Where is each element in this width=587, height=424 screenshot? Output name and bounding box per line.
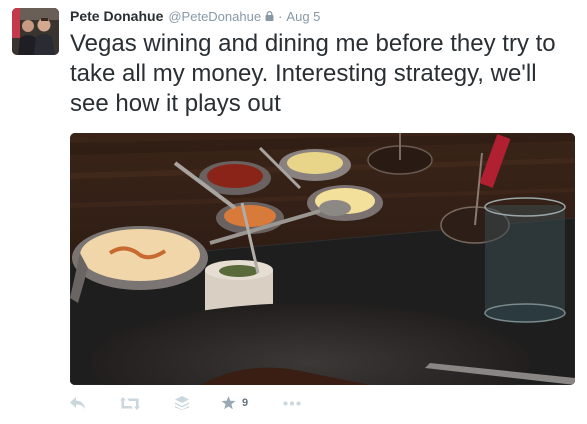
reply-button[interactable] xyxy=(70,396,120,410)
stack-button[interactable] xyxy=(175,396,221,410)
tweet: Pete Donahue @PeteDonahue · Aug 5 Vegas … xyxy=(0,0,587,424)
more-icon xyxy=(283,401,301,405)
tweet-header: Pete Donahue @PeteDonahue · Aug 5 xyxy=(70,6,320,26)
author-name[interactable]: Pete Donahue xyxy=(70,8,163,24)
favorite-count: 9 xyxy=(242,397,249,409)
avatar-image xyxy=(12,8,59,55)
header-separator: · xyxy=(278,8,283,24)
tweet-text: Vegas wining and dining me before they t… xyxy=(70,30,556,117)
tweet-actions: 9 xyxy=(70,392,313,414)
tweet-photo[interactable] xyxy=(70,133,575,385)
author-handle[interactable]: @PeteDonahue xyxy=(168,9,261,24)
star-icon xyxy=(221,396,236,410)
lock-icon xyxy=(265,11,274,21)
tweet-timestamp[interactable]: Aug 5 xyxy=(286,9,320,24)
reply-icon xyxy=(70,396,85,409)
photo-image xyxy=(70,133,575,385)
more-button[interactable] xyxy=(283,401,313,406)
avatar[interactable] xyxy=(12,8,59,55)
retweet-icon xyxy=(120,396,140,410)
favorite-button[interactable]: 9 xyxy=(221,396,283,410)
retweet-button[interactable] xyxy=(120,396,175,410)
stack-icon xyxy=(175,396,189,410)
